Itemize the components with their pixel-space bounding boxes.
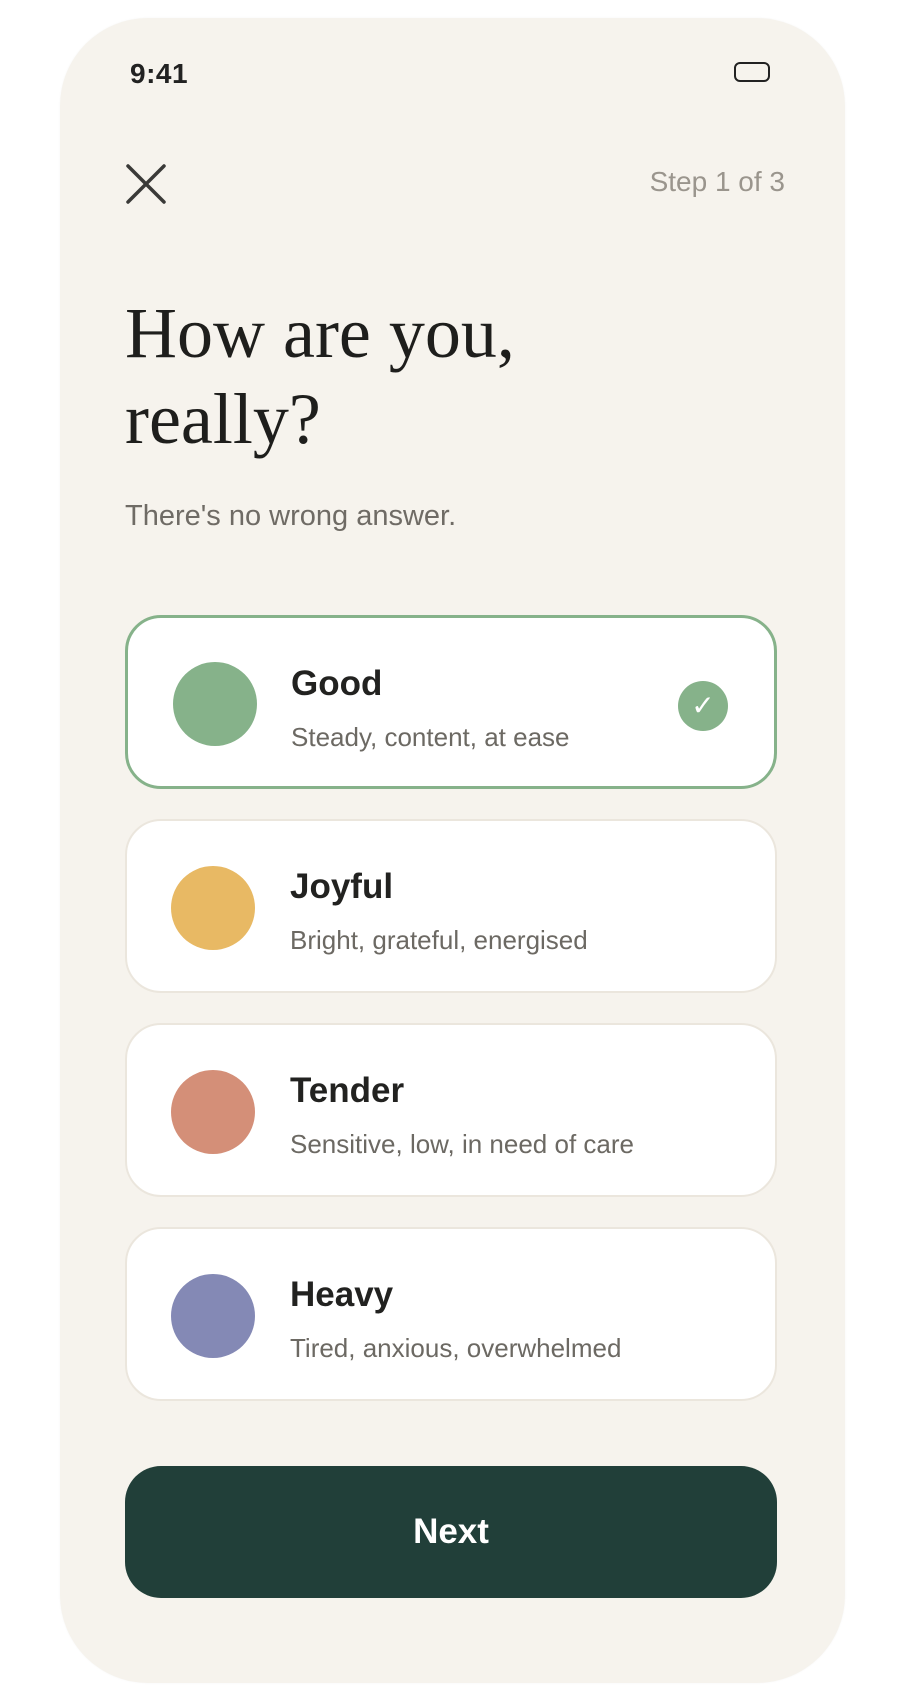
step-indicator: Step 1 of 3 [649, 166, 785, 197]
mood-option-description: Sensitive, low, in need of care [290, 1129, 634, 1159]
mood-option-description: Tired, anxious, overwhelmed [290, 1333, 622, 1363]
mood-option-title: Heavy [290, 1275, 394, 1314]
phone-screen: 9:41 Step 1 of 3 How are you, really? Th… [60, 18, 845, 1683]
status-time: 9:41 [130, 58, 189, 89]
mood-color-swatch [171, 1070, 255, 1154]
mood-option-title: Good [291, 664, 383, 703]
mood-option-title: Joyful [290, 867, 394, 906]
mood-color-swatch [171, 1274, 255, 1358]
battery-icon [734, 62, 770, 82]
mood-option-joyful[interactable]: Joyful Bright, grateful, energised [125, 819, 777, 993]
mood-option-title: Tender [290, 1071, 405, 1110]
check-icon: ✓ [678, 681, 728, 731]
page-title: How are you, really? [125, 293, 515, 459]
mood-color-swatch [171, 866, 255, 950]
mood-option-heavy[interactable]: Heavy Tired, anxious, overwhelmed [125, 1227, 777, 1401]
mood-options: Good Steady, content, at ease ✓ Joyful B… [125, 615, 777, 1431]
mood-option-description: Steady, content, at ease [291, 722, 570, 752]
close-icon [126, 164, 166, 204]
mood-option-tender[interactable]: Tender Sensitive, low, in need of care [125, 1023, 777, 1197]
mood-color-swatch [173, 662, 257, 746]
page-subtitle: There's no wrong answer. [125, 500, 457, 532]
next-button[interactable]: Next [125, 1466, 777, 1598]
mood-option-good[interactable]: Good Steady, content, at ease ✓ [125, 615, 777, 789]
close-button[interactable] [122, 160, 170, 208]
mood-option-description: Bright, grateful, energised [290, 925, 588, 955]
